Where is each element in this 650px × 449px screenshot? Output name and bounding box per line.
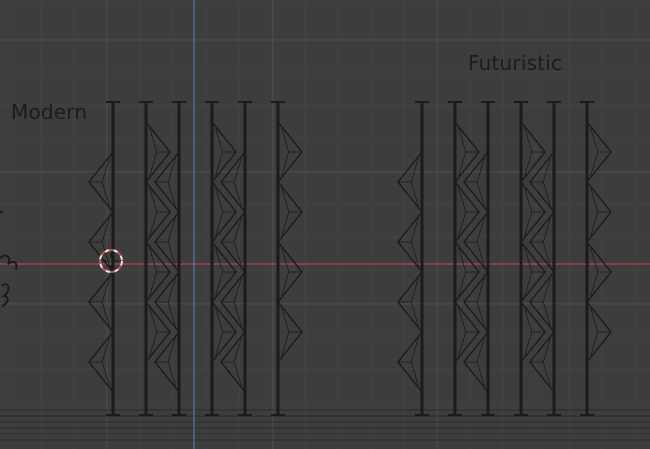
support-pole[interactable] — [238, 101, 252, 416]
louver-panel[interactable] — [397, 151, 423, 393]
louver-panel[interactable] — [277, 121, 303, 363]
support-pole[interactable] — [514, 101, 528, 416]
modern-text-object[interactable]: Modern — [11, 100, 87, 124]
support-pole[interactable] — [205, 101, 219, 416]
support-pole[interactable] — [481, 101, 495, 416]
partial-script-text-object[interactable] — [0, 200, 40, 320]
support-pole[interactable] — [139, 101, 153, 416]
3d-viewport[interactable]: Modern Futuristic — [0, 0, 650, 449]
support-pole[interactable] — [580, 101, 594, 416]
futuristic-panel-group[interactable] — [397, 101, 612, 416]
futuristic-text-object[interactable]: Futuristic — [468, 51, 562, 75]
support-pole[interactable] — [547, 101, 561, 416]
louver-panel[interactable] — [586, 121, 612, 363]
support-pole[interactable] — [415, 101, 429, 416]
support-pole[interactable] — [448, 101, 462, 416]
3d-cursor-icon[interactable] — [99, 249, 123, 273]
support-pole[interactable] — [172, 101, 186, 416]
support-pole[interactable] — [106, 101, 120, 416]
